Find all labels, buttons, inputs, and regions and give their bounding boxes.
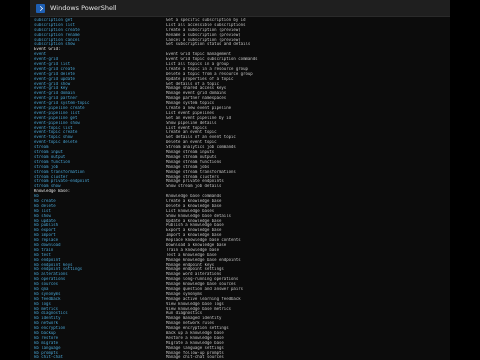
command-description: Download a knowledge base: [166, 242, 227, 247]
command-description: Manage knowledge base endpoints: [166, 257, 241, 262]
command-description: Manage stream functions: [166, 159, 222, 164]
command-description: Update properties of a topic: [166, 76, 234, 81]
command-description: Back up a knowledge base: [166, 331, 224, 335]
command-description: Get subscription status and details: [166, 42, 251, 47]
command-description: Manage synonyms: [166, 291, 203, 296]
command-description: Show pipeline details: [166, 120, 217, 125]
terminal-output[interactable]: subscription get Get a specific subscript…: [34, 18, 446, 360]
command-description: Manage endpoint settings: [166, 267, 224, 272]
command-description: Manage word alterations: [166, 272, 222, 277]
command-description: Delete a topic from a resource group: [166, 71, 253, 76]
command-description: Delete a knowledge base: [166, 203, 222, 208]
command-description: Migrate a knowledge base: [166, 340, 224, 345]
command-description: Manage system topics: [166, 101, 215, 106]
command-description: Rename a subscription (preview): [166, 32, 241, 37]
command-description: Restore a knowledge base: [166, 335, 224, 340]
command-description: Manage event grid domains: [166, 91, 227, 96]
command-description: Knowledge base commands: [166, 194, 222, 199]
command-description: Manage stream inputs: [166, 150, 215, 155]
command-description: Cancel a subscription (preview): [166, 37, 241, 42]
command-description: Create a subscription (preview): [166, 27, 241, 32]
command-description: Manage encryption settings: [166, 326, 229, 331]
window-title: Windows PowerShell: [50, 4, 117, 12]
command-description: Manage managed identity: [166, 316, 222, 321]
command-description: Manage knowledge base sources: [166, 282, 236, 287]
section-header: Knowledge Base:: [34, 189, 71, 194]
command-description: List knowledge bases: [166, 208, 215, 213]
command-description: Show knowledge base details: [166, 213, 232, 218]
command-description: Manage stream outputs: [166, 154, 217, 159]
command-description: Manage language settings: [166, 345, 224, 350]
command-description: Export a knowledge base: [166, 228, 222, 233]
command-description: View knowledge base logs: [166, 301, 224, 306]
command-description: Update a knowledge base: [166, 218, 222, 223]
command-description: Publish a knowledge base: [166, 223, 224, 228]
command-description: Create a topic in a resource group: [166, 66, 248, 71]
command-description: Manage question and answer pairs: [166, 286, 244, 291]
powershell-window: Windows PowerShell subscription get Get a…: [30, 0, 450, 360]
command-description: Create a knowledge base: [166, 198, 222, 203]
command-description: Run diagnostics: [166, 311, 203, 316]
command-description: Manage active learning feedback: [166, 296, 241, 301]
command-description: Manage private endpoints: [166, 179, 224, 184]
command-description: Create an event topic: [166, 130, 217, 135]
command-description: Manage stream transformations: [166, 169, 236, 174]
command-description: Manage chit-chat sources: [166, 355, 224, 360]
command-description: List all topics in a group: [166, 62, 229, 67]
command-description: Manage stream jobs: [166, 164, 210, 169]
command-description: Replace knowledge base contents: [166, 238, 241, 243]
powershell-icon: [36, 3, 45, 13]
command-description: Get details of an event topic: [166, 135, 236, 140]
command-description: Manage partner namespaces: [166, 96, 227, 101]
command-description: List event pipelines: [166, 110, 215, 115]
command-name: kb chit-chat: [34, 355, 63, 360]
command-description: Manage long-running operations: [166, 277, 239, 282]
command-description: Stream analytics job commands: [166, 145, 236, 150]
command-description: Manage endpoint keys: [166, 262, 215, 267]
command-description: Event Grid topic management: [166, 52, 232, 57]
command-description: Event Grid topic subscription commands: [166, 57, 258, 62]
command-description: Get an event pipeline by id: [166, 115, 232, 120]
command-description: Manage network rules: [166, 321, 215, 326]
command-description: Manage follow-up prompts: [166, 350, 224, 355]
command-description: List event topics: [166, 125, 207, 130]
command-description: Delete an event topic: [166, 140, 217, 145]
command-description: Get details of a topic: [166, 81, 219, 86]
command-description: Show stream job details: [166, 184, 222, 189]
command-description: List all accessible subscriptions: [166, 22, 246, 27]
command-description: Import a knowledge base: [166, 233, 222, 238]
command-description: Test a knowledge base: [166, 252, 217, 257]
command-description: Train a knowledge base: [166, 247, 219, 252]
title-bar[interactable]: Windows PowerShell: [30, 0, 450, 17]
section-header: Event Grid:: [34, 47, 61, 52]
terminal-line: kb chit-chat Manage chit-chat sources: [34, 355, 446, 360]
command-description: Create a new event pipeline: [166, 106, 232, 111]
command-description: Manage shared access keys: [166, 86, 227, 91]
command-description: Get a specific subscription by id: [166, 18, 246, 22]
command-description: Manage stream clusters: [166, 174, 219, 179]
command-description: View knowledge base metrics: [166, 306, 232, 311]
